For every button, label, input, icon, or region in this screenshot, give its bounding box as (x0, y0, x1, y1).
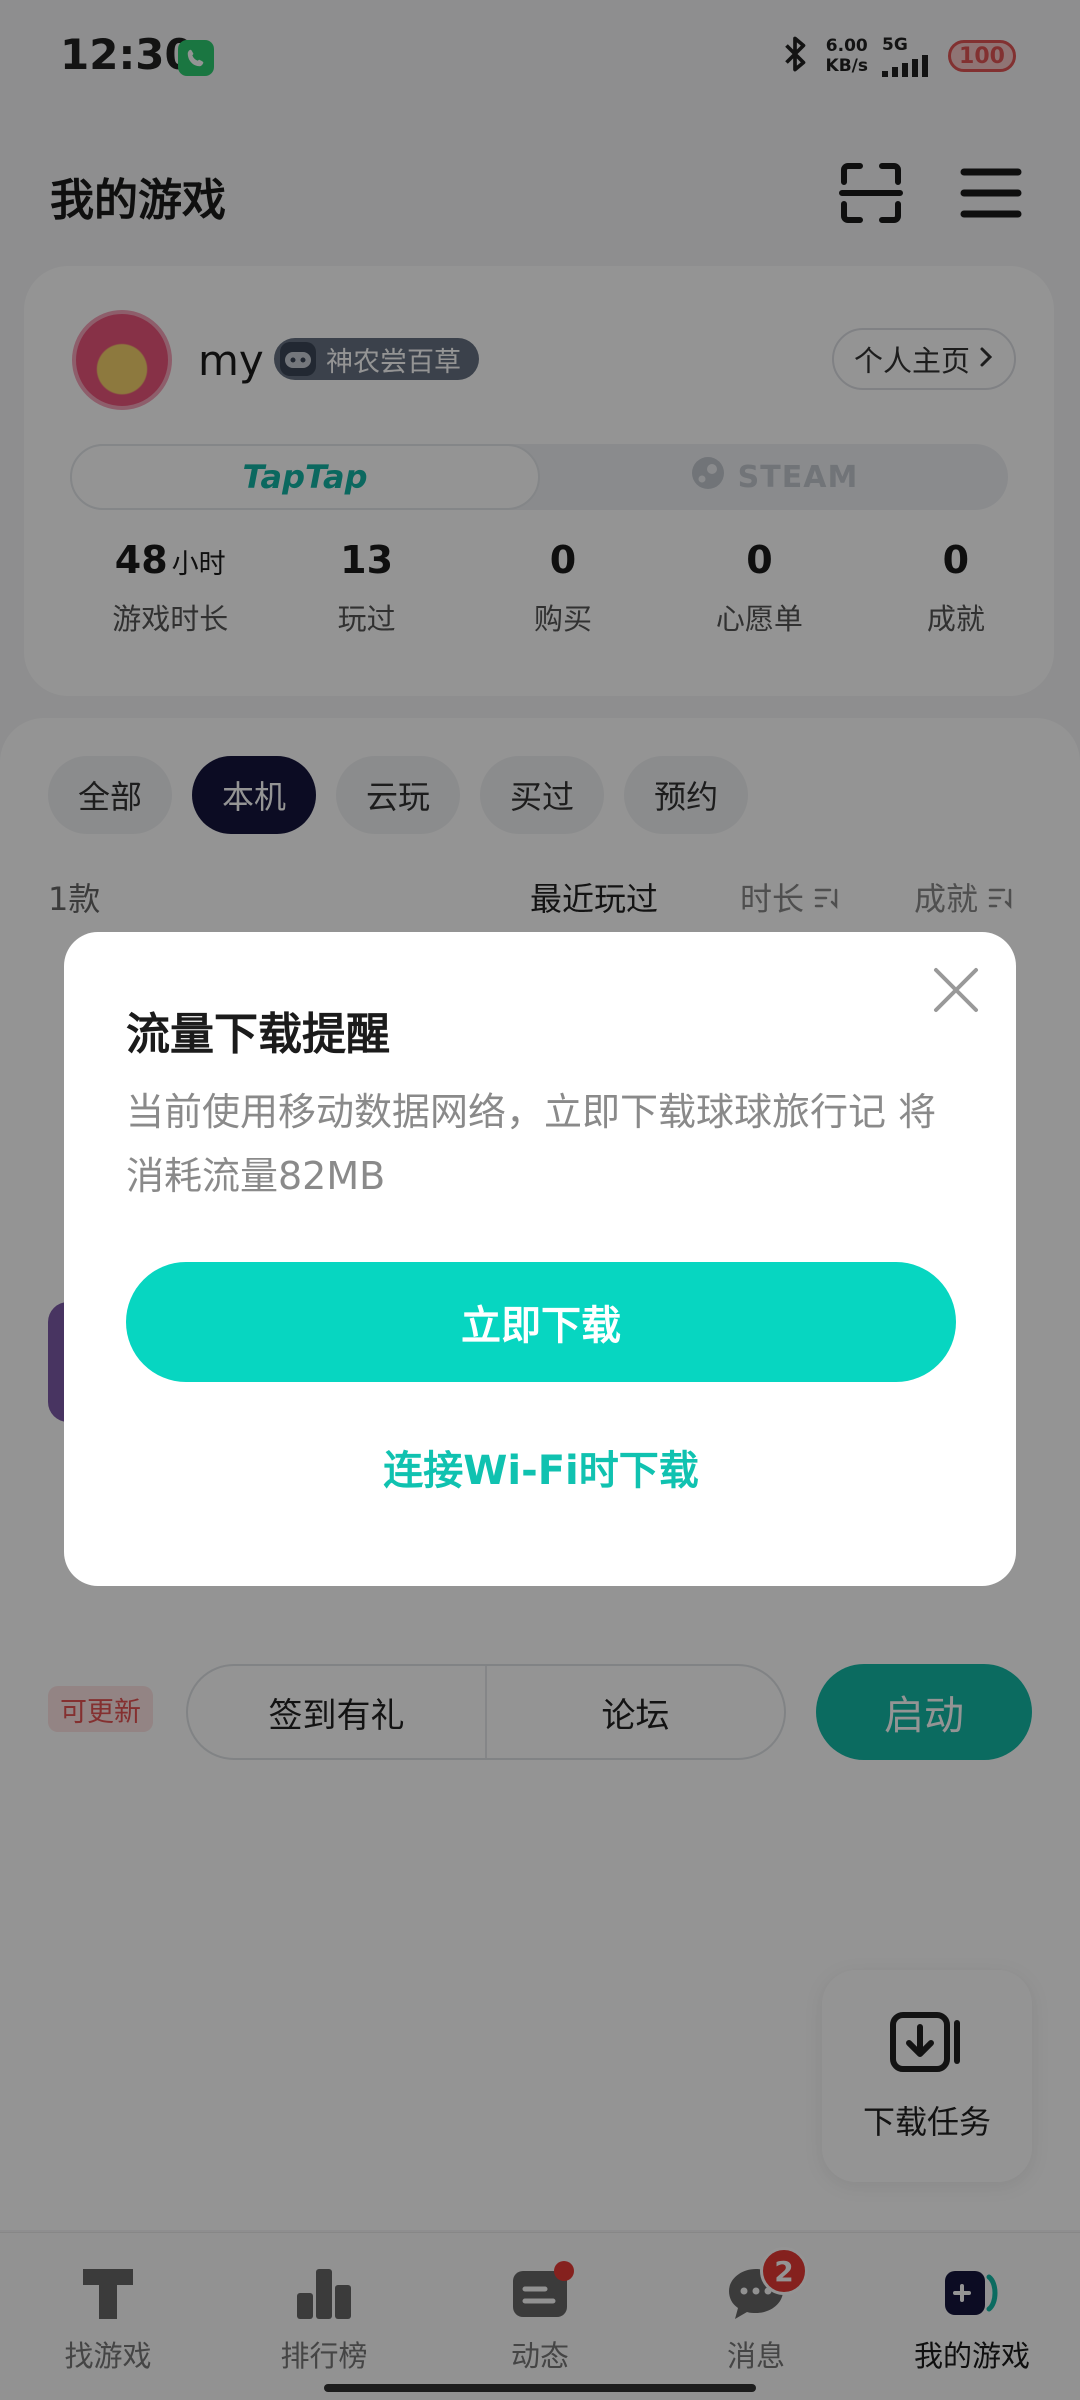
dialog-title: 流量下载提醒 (126, 1009, 390, 1060)
download-now-button[interactable]: 立即下载 (126, 1262, 956, 1382)
dialog-message: 当前使用移动数据网络，立即下载球球旅行记 将消耗流量82MB (126, 1090, 937, 1198)
close-icon[interactable] (926, 960, 986, 1020)
download-on-wifi-button[interactable]: 连接Wi-Fi时下载 (126, 1432, 956, 1502)
data-download-dialog: 流量下载提醒 当前使用移动数据网络，立即下载球球旅行记 将消耗流量82MB 立即… (64, 932, 1016, 1586)
